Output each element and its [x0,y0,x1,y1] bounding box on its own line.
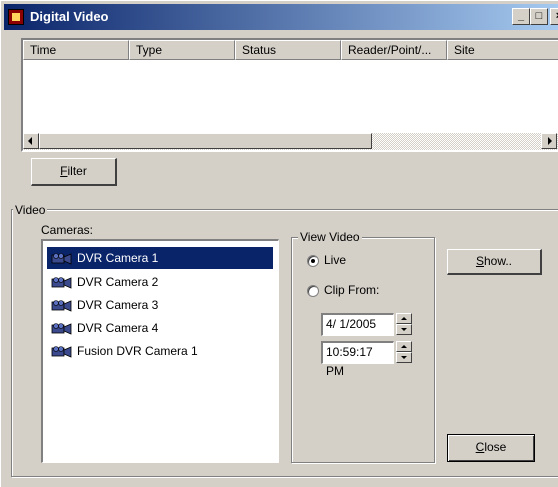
scroll-left-button[interactable] [23,133,39,149]
camera-icon [51,300,72,312]
scroll-right-button[interactable] [541,133,557,149]
filter-button[interactable]: Filter [31,158,117,186]
date-spin-up-button[interactable] [396,313,412,324]
arrow-right-icon [548,137,552,145]
show-mnemonic: S [475,254,484,268]
camera-icon [51,253,72,265]
live-label[interactable]: Live [324,253,346,267]
camera-item[interactable]: DVR Camera 2 [47,271,273,293]
video-group-label: Video [13,203,48,217]
show-label: how.. [483,254,513,268]
camera-label: DVR Camera 1 [77,251,159,265]
column-header-reader-point[interactable]: Reader/Point/... [341,40,447,60]
camera-label: Fusion DVR Camera 1 [77,344,198,358]
clip-date-field[interactable]: 4/ 1/2005 [321,313,394,336]
camera-icon [51,277,72,289]
close-button[interactable]: Close [447,434,535,462]
clip-time-field[interactable]: 10:59:17 PM [321,341,394,378]
horizontal-scrollbar[interactable] [23,133,558,150]
filter-mnemonic: F [60,164,68,178]
live-radio[interactable] [307,255,319,267]
app-icon[interactable] [8,9,24,25]
clip-from-label[interactable]: Clip From: [324,283,379,297]
events-list[interactable]: Time Type Status Reader/Point/... Site [21,38,558,152]
time-spin-down-button[interactable] [396,352,412,363]
camera-item[interactable]: DVR Camera 3 [47,294,273,316]
show-button[interactable]: Show.. [447,249,542,275]
camera-item[interactable]: Fusion DVR Camera 1 [47,340,273,362]
arrow-left-icon [28,137,32,145]
maximize-button[interactable]: □ [530,8,548,25]
minimize-button[interactable]: _ [512,8,530,25]
camera-label: DVR Camera 3 [77,298,159,312]
events-list-header: Time Type Status Reader/Point/... Site [23,40,558,60]
date-spin-down-button[interactable] [396,324,412,335]
view-video-group-label: View Video [298,230,362,244]
scrollbar-thumb[interactable] [39,133,372,149]
cameras-label: Cameras: [41,223,94,237]
camera-icon [51,323,72,335]
digital-video-window: Digital Video _ □ × Time Type Status Rea… [0,0,558,487]
time-spin-up-button[interactable] [396,341,412,352]
cameras-list[interactable]: DVR Camera 1 DVR Camera 2 DVR Camera 3 D… [41,239,279,463]
close-window-button[interactable]: × [550,8,558,25]
close-label: lose [484,440,507,454]
time-spinner[interactable] [396,341,412,364]
column-header-type[interactable]: Type [129,40,235,60]
column-header-status[interactable]: Status [235,40,341,60]
camera-item[interactable]: DVR Camera 4 [47,317,273,339]
column-header-time[interactable]: Time [23,40,129,60]
window-title: Digital Video [30,9,109,24]
filter-label: ilter [67,164,87,178]
camera-item[interactable]: DVR Camera 1 [47,247,273,269]
date-spinner[interactable] [396,313,412,336]
column-header-site[interactable]: Site [447,40,558,60]
camera-label: DVR Camera 4 [77,321,159,335]
clip-from-radio[interactable] [307,285,319,297]
camera-label: DVR Camera 2 [77,275,159,289]
camera-icon [51,346,72,358]
title-bar[interactable]: Digital Video _ □ × [4,4,558,30]
